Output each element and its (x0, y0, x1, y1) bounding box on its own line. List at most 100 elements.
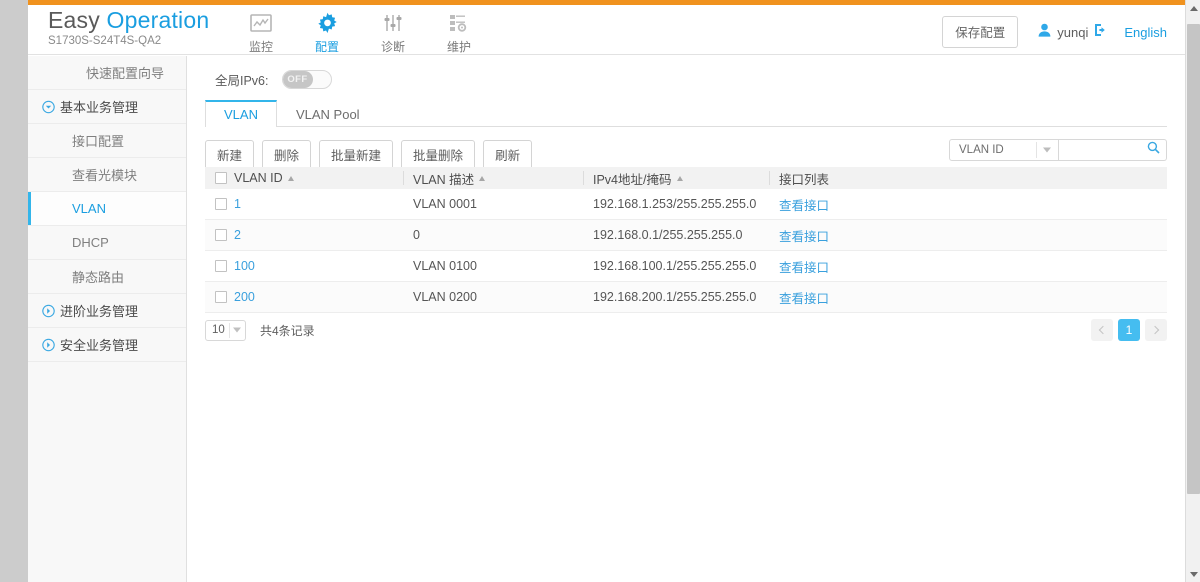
nav-label-maintenance: 维护 (446, 40, 471, 54)
search-icon[interactable] (1147, 141, 1160, 159)
sidebar-item-optical-module[interactable]: 查看光模块 (28, 158, 186, 192)
cell-ipv4: 192.168.1.253/255.255.255.0 (593, 197, 757, 211)
table-toolbar: 新建 删除 批量新建 批量删除 刷新 (205, 140, 533, 170)
global-ipv6-toggle[interactable]: OFF (281, 70, 332, 89)
cell-vlan-id: 1 (205, 189, 403, 219)
language-link[interactable]: English (1124, 25, 1167, 40)
page-size-select[interactable]: 10 (205, 319, 246, 341)
user-name: yunqi (1057, 24, 1089, 40)
page-button-1[interactable]: 1 (1118, 319, 1140, 341)
sliders-icon (382, 11, 404, 35)
search-field-select[interactable]: VLAN ID (949, 139, 1059, 161)
sidebar-item-advanced-service[interactable]: 进阶业务管理 (28, 294, 186, 328)
cell-vlan-desc: VLAN 0100 (413, 259, 477, 273)
sidebar-item-interface-config[interactable]: 接口配置 (28, 124, 186, 158)
cell-vlan-desc: VLAN 0200 (413, 290, 477, 304)
vlan-id-link[interactable]: 2 (234, 228, 241, 242)
table-row[interactable]: 200 VLAN 0200 192.168.200.1/255.255.255.… (205, 282, 1167, 313)
nav-item-config[interactable]: 配置 (294, 7, 360, 55)
view-ports-link[interactable]: 查看接口 (779, 195, 829, 214)
vlan-id-link[interactable]: 200 (234, 290, 255, 304)
view-ports-link[interactable]: 查看接口 (779, 226, 829, 245)
total-records-text: 共4条记录 (260, 323, 315, 338)
chevron-down-icon (1189, 571, 1198, 577)
browser-page: Easy Operation S1730S-S24T4S-QA2 监控 配置 诊… (28, 0, 1185, 582)
select-all-checkbox[interactable] (215, 172, 227, 184)
nav-item-maintenance[interactable]: 维护 (426, 7, 492, 55)
user-box[interactable]: yunqi (1038, 23, 1108, 42)
nav-item-diagnosis[interactable]: 诊断 (360, 7, 426, 55)
tab-vlan-pool[interactable]: VLAN Pool (277, 100, 379, 127)
chevron-right-circle-icon (42, 304, 55, 317)
global-ipv6-row: 全局IPv6: OFF (215, 70, 332, 89)
cell-port-list: 查看接口 (769, 282, 1167, 312)
view-ports-link[interactable]: 查看接口 (779, 288, 829, 307)
sidebar-item-security-service[interactable]: 安全业务管理 (28, 328, 186, 362)
sidebar-item-vlan[interactable]: VLAN (28, 192, 186, 226)
gear-icon (316, 11, 339, 35)
refresh-button[interactable]: 刷新 (483, 140, 533, 170)
device-model: S1730S-S24T4S-QA2 (48, 35, 162, 47)
tab-vlan[interactable]: VLAN (205, 100, 277, 127)
scroll-down-button[interactable] (1186, 566, 1200, 582)
search-field-value: VLAN ID (959, 144, 1004, 156)
cell-port-list: 查看接口 (769, 220, 1167, 250)
logout-icon[interactable] (1094, 23, 1108, 42)
cell-ipv4: 192.168.100.1/255.255.255.0 (593, 259, 757, 273)
sidebar-label-security-service: 安全业务管理 (60, 338, 139, 353)
nav-label-config: 配置 (314, 40, 339, 54)
sidebar-item-basic-service[interactable]: 基本业务管理 (28, 90, 186, 124)
content-tabs: VLAN VLAN Pool (205, 100, 1167, 127)
column-header-vlan-id[interactable]: VLAN ID (205, 167, 403, 189)
view-ports-link[interactable]: 查看接口 (779, 257, 829, 276)
table-row[interactable]: 100 VLAN 0100 192.168.100.1/255.255.255.… (205, 251, 1167, 282)
sidebar-item-dhcp[interactable]: DHCP (28, 226, 186, 260)
row-checkbox[interactable] (215, 291, 227, 303)
vlan-id-link[interactable]: 100 (234, 259, 255, 273)
maintenance-icon (448, 11, 470, 35)
global-ipv6-label: 全局IPv6: (215, 74, 269, 88)
app-title: Easy Operation (48, 9, 209, 32)
create-button[interactable]: 新建 (205, 140, 255, 170)
table-row[interactable]: 1 VLAN 0001 192.168.1.253/255.255.255.0 … (205, 189, 1167, 220)
chevron-up-icon (1189, 5, 1198, 11)
batch-delete-button[interactable]: 批量删除 (401, 140, 476, 170)
monitor-icon (250, 11, 272, 35)
column-label-port-list: 接口列表 (779, 172, 830, 187)
column-header-ipv4[interactable]: IPv4地址/掩码 (583, 167, 769, 189)
select-divider (1036, 142, 1037, 158)
main-content: 全局IPv6: OFF VLAN VLAN Pool 新建 删除 批量新建 批量… (187, 56, 1185, 582)
table-row[interactable]: 2 0 192.168.0.1/255.255.255.0 查看接口 (205, 220, 1167, 251)
chevron-left-icon (1098, 325, 1108, 335)
row-checkbox[interactable] (215, 198, 227, 210)
sidebar-item-static-route[interactable]: 静态路由 (28, 260, 186, 294)
tab-label-vlan-pool: VLAN Pool (295, 106, 360, 122)
sidebar-item-quick-wizard[interactable]: 快速配置向导 (28, 56, 186, 90)
row-checkbox[interactable] (215, 260, 227, 272)
vlan-id-link[interactable]: 1 (234, 197, 241, 211)
sort-asc-icon-ipv4 (676, 175, 683, 181)
sidebar-label-quick-wizard: 快速配置向导 (86, 66, 165, 81)
batch-create-button[interactable]: 批量新建 (319, 140, 394, 170)
table-header-row: VLAN ID VLAN 描述 IPv4地址/掩码 接口列表 (205, 167, 1167, 189)
column-header-vlan-desc[interactable]: VLAN 描述 (403, 167, 583, 189)
prev-page-button[interactable] (1091, 319, 1113, 341)
browser-scrollbar[interactable] (1185, 0, 1200, 582)
scroll-up-button[interactable] (1186, 0, 1200, 16)
header-actions: 保存配置 yunqi English (942, 16, 1167, 48)
save-config-button[interactable]: 保存配置 (942, 16, 1019, 48)
nav-label-monitor: 监控 (248, 40, 273, 54)
column-label-ipv4: IPv4地址/掩码 (593, 172, 672, 187)
brand: Easy Operation S1730S-S24T4S-QA2 (48, 9, 209, 48)
row-checkbox[interactable] (215, 229, 227, 241)
cell-vlan-id: 200 (205, 282, 403, 312)
nav-item-monitor[interactable]: 监控 (228, 7, 294, 55)
delete-button[interactable]: 删除 (262, 140, 312, 170)
scrollbar-thumb[interactable] (1187, 24, 1200, 494)
column-label-vlan-id: VLAN ID (234, 171, 283, 185)
cell-ipv4: 192.168.0.1/255.255.255.0 (593, 228, 743, 242)
main-nav: 监控 配置 诊断 维护 (228, 7, 492, 55)
screenshot-root: Easy Operation S1730S-S24T4S-QA2 监控 配置 诊… (0, 0, 1200, 582)
cell-vlan-desc: 0 (413, 228, 420, 242)
next-page-button[interactable] (1145, 319, 1167, 341)
